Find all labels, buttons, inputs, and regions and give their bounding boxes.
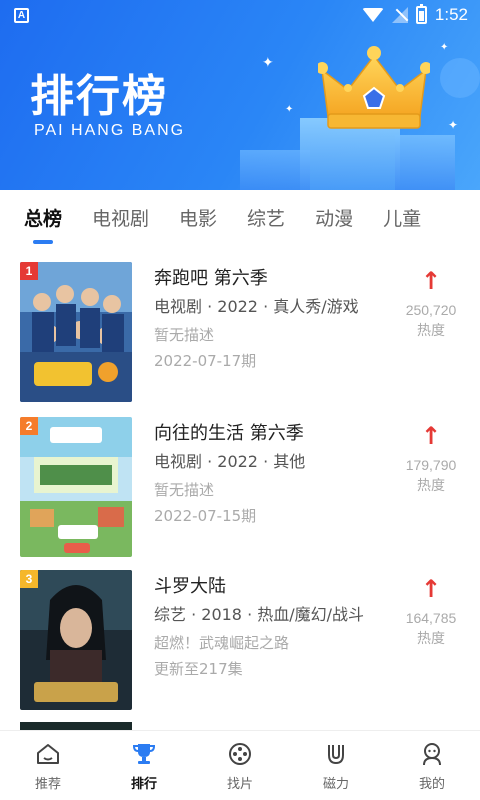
heat-indicator: ↑ 250,720 热度 (396, 268, 466, 340)
status-bar: A 1:52 (0, 0, 480, 30)
nav-mine[interactable]: 我的 (384, 731, 480, 800)
next-poster-peek (20, 722, 132, 730)
show-update: 更新至217集 (154, 660, 243, 678)
tab-kids[interactable]: 儿童 (383, 190, 421, 242)
show-title[interactable]: 斗罗大陆 (154, 572, 370, 602)
profile-icon (423, 743, 441, 766)
show-meta: 电视剧 · 2022 · 真人秀/游戏 (154, 297, 359, 316)
nav-find[interactable]: 找片 (192, 731, 288, 800)
nav-label: 磁力 (322, 777, 349, 792)
nav-label: 我的 (418, 777, 445, 792)
show-description: 暂无描述 (154, 481, 215, 499)
nav-ranking[interactable]: 排行 (96, 731, 192, 800)
category-tabs: 总榜 电视剧 电影 综艺 动漫 儿童 (0, 190, 480, 244)
rank-badge: 1 (20, 262, 38, 280)
sparkle-icon: ✦ (285, 104, 294, 115)
battery-icon (415, 4, 427, 24)
tab-variety[interactable]: 综艺 (247, 190, 285, 242)
show-update: 2022-07-17期 (154, 352, 257, 370)
decor-cube (240, 150, 310, 190)
sparkle-icon: ✦ (440, 42, 449, 53)
heat-value: 179,790 (405, 457, 457, 473)
heat-indicator: ↑ 164,785 热度 (396, 576, 466, 648)
nav-recommend[interactable]: 推荐 (0, 731, 96, 800)
trend-up-icon: ↑ (420, 267, 442, 295)
show-update: 2022-07-15期 (154, 507, 257, 525)
heat-label: 热度 (417, 478, 445, 494)
tab-anime[interactable]: 动漫 (315, 190, 353, 242)
trend-up-icon: ↑ (420, 422, 442, 450)
page-subtitle: PAI HANG BANG (34, 122, 186, 139)
status-time: 1:52 (434, 5, 468, 24)
show-title[interactable]: 向往的生活 第六季 (154, 419, 370, 449)
tab-overall[interactable]: 总榜 (24, 190, 62, 244)
app-notification-icon: A (14, 8, 29, 23)
sparkle-icon: ✦ (448, 118, 459, 132)
poster-image[interactable]: 1 (20, 262, 132, 402)
show-description: 暂无描述 (154, 326, 215, 344)
heat-label: 热度 (417, 631, 445, 647)
heat-value: 164,785 (405, 610, 457, 626)
show-meta: 电视剧 · 2022 · 其他 (154, 452, 306, 471)
heat-indicator: ↑ 179,790 热度 (396, 423, 466, 495)
nav-label: 推荐 (34, 777, 61, 792)
wifi-icon (361, 8, 384, 22)
show-meta: 综艺 · 2018 · 热血/魔幻/战斗 (154, 605, 365, 624)
crown-icon (318, 46, 430, 129)
show-description: 超燃！武魂崛起之路 (154, 634, 290, 652)
page-title: 排行榜 (30, 71, 168, 122)
rank-badge: 2 (20, 417, 38, 435)
rank-badge: 3 (20, 570, 38, 588)
trophy-icon (132, 744, 156, 764)
list-item[interactable]: 1 奔跑吧 第六季 电视剧 · 2022 · 真人秀/游戏 暂无描述 2022-… (0, 262, 480, 407)
home-icon (37, 744, 59, 764)
poster-image[interactable]: 2 (20, 417, 132, 557)
sparkle-icon: ✦ (262, 55, 274, 71)
tab-tv-series[interactable]: 电视剧 (92, 190, 149, 242)
film-reel-icon (229, 743, 251, 765)
heat-value: 250,720 (405, 302, 457, 318)
decor-cube (395, 135, 455, 190)
no-signal-icon (391, 7, 408, 23)
nav-label: 找片 (226, 777, 253, 792)
decor-bubble (440, 58, 480, 98)
heat-label: 热度 (417, 323, 445, 339)
show-title[interactable]: 奔跑吧 第六季 (154, 264, 370, 294)
bottom-nav: 推荐 排行 找片 磁力 我的 (0, 730, 480, 800)
poster-image[interactable]: 3 (20, 570, 132, 710)
list-item[interactable]: 3 斗罗大陆 综艺 · 2018 · 热血/魔幻/战斗 超燃！武魂崛起之路 更新… (0, 570, 480, 715)
trend-up-icon: ↑ (420, 575, 442, 603)
tab-movie[interactable]: 电影 (179, 190, 217, 242)
banner: A 1:52 ✦ ✦ ✦ ✦ 排行榜 PAI HANG BANG (0, 0, 480, 190)
list-item[interactable]: 2 向往的生活 第六季 电视剧 · 2022 · 其他 暂无描述 2022-07… (0, 417, 480, 562)
nav-magnet[interactable]: 磁力 (288, 731, 384, 800)
nav-label: 排行 (130, 777, 157, 792)
magnet-icon (328, 745, 344, 765)
